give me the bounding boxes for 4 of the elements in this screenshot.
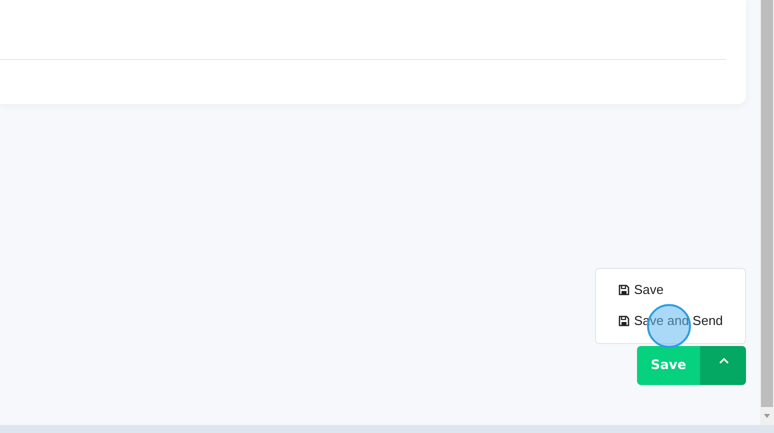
dropdown-toggle-button[interactable]	[701, 346, 746, 385]
caret-icon	[718, 358, 728, 364]
menu-item[interactable]: Save	[618, 283, 664, 297]
scrollbar[interactable]	[760, 0, 774, 425]
